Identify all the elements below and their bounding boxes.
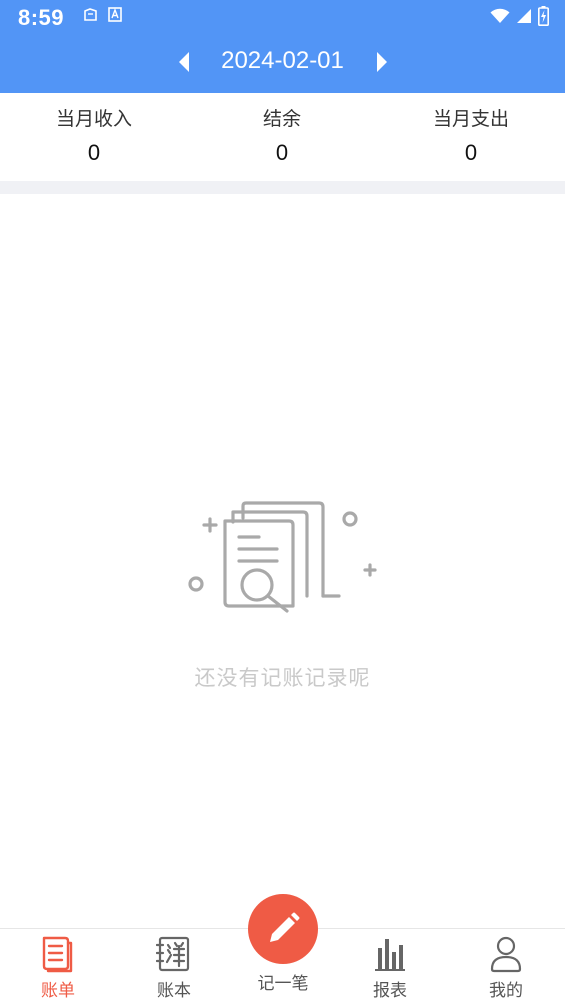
ledger-icon	[156, 936, 190, 972]
triangle-right-icon[interactable]	[370, 50, 392, 74]
status-time: 8:59	[18, 5, 65, 30]
expense-value: 0	[464, 140, 478, 165]
status-bar: 8:59	[0, 0, 565, 34]
triangle-left-icon[interactable]	[174, 50, 196, 74]
tab-bill[interactable]: 账单	[8, 929, 108, 1004]
balance-label: 结余	[262, 109, 301, 130]
income-summary: 当月收入 0	[0, 107, 188, 173]
cell-signal-icon	[517, 9, 531, 23]
notification-icon	[84, 8, 97, 21]
tab-report-label: 报表	[373, 981, 407, 1000]
bar-chart-icon	[375, 939, 405, 971]
balance-summary: 结余 0	[188, 107, 376, 173]
app-header: 8:59 2024-02-01	[0, 0, 565, 93]
current-date[interactable]: 2024-02-01	[200, 47, 365, 75]
tab-report[interactable]: 报表	[340, 929, 440, 1004]
expense-summary: 当月支出 0	[377, 107, 565, 173]
monthly-summary: 当月收入 0 结余 0 当月支出 0	[0, 93, 565, 181]
status-indicators	[490, 6, 549, 26]
text-a-icon	[108, 7, 122, 22]
section-divider	[0, 181, 565, 194]
tab-ledger[interactable]: 账本	[124, 929, 224, 1004]
tab-profile-label: 我的	[489, 981, 523, 1000]
income-value: 0	[87, 140, 101, 165]
empty-state-message: 还没有记账记录呢	[194, 667, 371, 690]
add-record-button[interactable]	[248, 894, 318, 964]
user-icon	[490, 936, 522, 973]
add-record-label[interactable]: 记一笔	[233, 969, 333, 994]
pencil-icon	[270, 912, 300, 942]
battery-charging-icon	[538, 6, 549, 26]
wifi-icon	[490, 8, 510, 23]
date-navigator: 2024-02-01	[0, 44, 565, 80]
expense-label: 当月支出	[432, 109, 509, 130]
tab-bill-label: 账单	[41, 981, 75, 1000]
income-label: 当月收入	[55, 109, 132, 130]
balance-value: 0	[275, 140, 289, 165]
tab-profile[interactable]: 我的	[456, 929, 556, 1004]
tab-ledger-label: 账本	[157, 981, 191, 1000]
bill-icon	[42, 936, 73, 973]
document-search-icon	[188, 501, 377, 613]
